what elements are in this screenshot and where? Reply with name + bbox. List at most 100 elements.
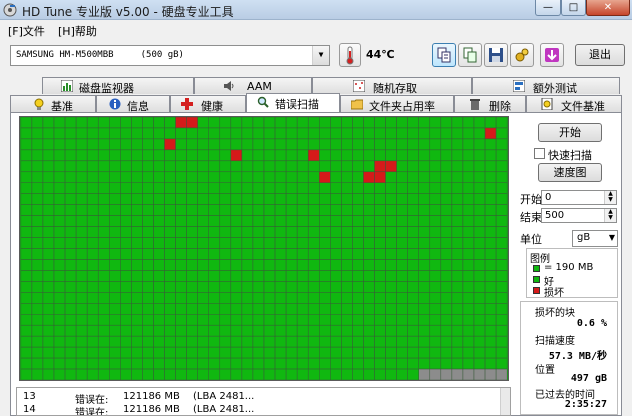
minimize-button[interactable]: —: [535, 0, 561, 16]
block-good: [352, 215, 364, 227]
quick-scan-checkbox[interactable]: [534, 148, 545, 159]
spinner-arrows-icon[interactable]: ▲ ▼: [604, 191, 616, 204]
block-good: [175, 171, 187, 183]
block-good: [429, 270, 442, 282]
block-good: [296, 237, 309, 249]
block-good: [109, 160, 121, 173]
block-good: [429, 281, 442, 293]
block-good: [31, 314, 44, 326]
block-good: [120, 314, 132, 326]
block-good: [31, 335, 44, 348]
block-good: [352, 182, 364, 194]
block-good: [153, 215, 165, 227]
tab-aam[interactable]: AAM: [194, 77, 312, 94]
block-good: [164, 149, 176, 162]
block-good: [20, 292, 33, 304]
tab-disk-monitor[interactable]: 磁盘监视器: [42, 77, 194, 95]
block-good: [75, 270, 88, 282]
block-good: [285, 368, 298, 380]
block-good: [374, 117, 386, 129]
block-pending: [429, 368, 442, 380]
options-button[interactable]: [510, 43, 534, 67]
title-bar[interactable]: HD Tune 专业版 v5.00 - 硬盘专业工具 — □ ✕: [0, 0, 632, 20]
block-good: [263, 259, 276, 271]
download-button[interactable]: [540, 43, 564, 67]
block-good: [352, 314, 364, 326]
block-good: [319, 281, 331, 293]
block-pending: [495, 368, 508, 380]
block-good: [219, 248, 232, 260]
tab-erase[interactable]: 删除: [454, 95, 526, 113]
block-good: [296, 324, 309, 337]
block-good: [53, 335, 66, 348]
block-good: [153, 117, 165, 129]
tab-extra-tests[interactable]: 额外测试: [472, 77, 620, 95]
close-button[interactable]: ✕: [586, 0, 630, 16]
block-good: [252, 303, 265, 315]
block-good: [42, 117, 55, 129]
block-good: [296, 281, 309, 293]
health-cross-icon: [181, 98, 193, 110]
block-good: [208, 259, 221, 271]
copy-info-icon: [437, 47, 451, 63]
tab-benchmark[interactable]: 基准: [10, 95, 96, 113]
block-good: [440, 204, 453, 216]
hdtune-window: HD Tune 专业版 v5.00 - 硬盘专业工具 — □ ✕ [F]文件 […: [0, 0, 632, 416]
block-good: [374, 204, 386, 216]
scan-stats: 损坏的块 0.6 % 扫描速度 57.3 MB/秒 位置 497 gB 已过去的…: [520, 301, 618, 415]
copy-info-button[interactable]: [432, 43, 456, 67]
tab-file-benchmark[interactable]: 文件基准: [526, 95, 622, 113]
save-button[interactable]: [484, 43, 508, 67]
block-good: [208, 314, 221, 326]
block-good: [274, 335, 287, 348]
block-good: [319, 117, 331, 129]
block-good: [374, 182, 386, 194]
block-good: [75, 182, 88, 194]
menu-help[interactable]: [H]帮助: [58, 23, 97, 39]
block-good: [142, 117, 154, 129]
block-good: [64, 204, 77, 216]
log-scrollbar[interactable]: [500, 388, 510, 415]
block-good: [230, 117, 243, 129]
block-good: [462, 324, 475, 337]
block-good: [252, 117, 265, 129]
tab-random-access[interactable]: 随机存取: [312, 77, 472, 95]
exit-button[interactable]: 退出: [575, 44, 625, 66]
block-good: [407, 215, 419, 227]
block-good: [31, 138, 44, 151]
menu-file[interactable]: [F]文件: [8, 23, 45, 39]
end-spinner[interactable]: 500 ▲ ▼: [541, 208, 617, 223]
block-good: [407, 182, 419, 194]
block-good: [20, 193, 33, 205]
block-good: [451, 259, 464, 271]
block-good: [341, 292, 353, 304]
block-good: [186, 215, 198, 227]
block-good: [142, 368, 154, 380]
spinner-arrows-icon[interactable]: ▲ ▼: [604, 209, 616, 222]
block-good: [164, 368, 176, 380]
block-good: [97, 149, 110, 162]
block-good: [142, 324, 154, 337]
start-spinner[interactable]: 0 ▲ ▼: [541, 190, 617, 205]
tab-folder-usage[interactable]: 文件夹占用率: [340, 95, 454, 113]
block-good: [396, 171, 408, 183]
block-good: [20, 204, 33, 216]
tab-info[interactable]: 信息: [96, 95, 170, 113]
block-good: [186, 346, 198, 359]
speed-map-button[interactable]: 速度图: [538, 163, 602, 182]
block-good: [175, 368, 187, 380]
block-good: [230, 204, 243, 216]
block-pending: [418, 368, 431, 380]
tab-error-scan[interactable]: 错误扫描: [246, 93, 340, 112]
unit-select[interactable]: gB ▼: [572, 230, 618, 247]
maximize-button[interactable]: □: [561, 0, 586, 16]
block-good: [484, 171, 497, 183]
block-good: [296, 138, 309, 151]
block-good: [241, 324, 254, 337]
error-log[interactable]: 13 错误在: 121186 MB (LBA 2481... 14 错误在: 1…: [16, 387, 511, 416]
tab-health[interactable]: 健康: [170, 95, 246, 113]
copy-text-button[interactable]: [458, 43, 482, 67]
drive-select[interactable]: SAMSUNG HM-M500MBB (500 gB) ▼: [10, 45, 330, 66]
block-good: [429, 303, 442, 315]
start-button[interactable]: 开始: [538, 123, 602, 142]
